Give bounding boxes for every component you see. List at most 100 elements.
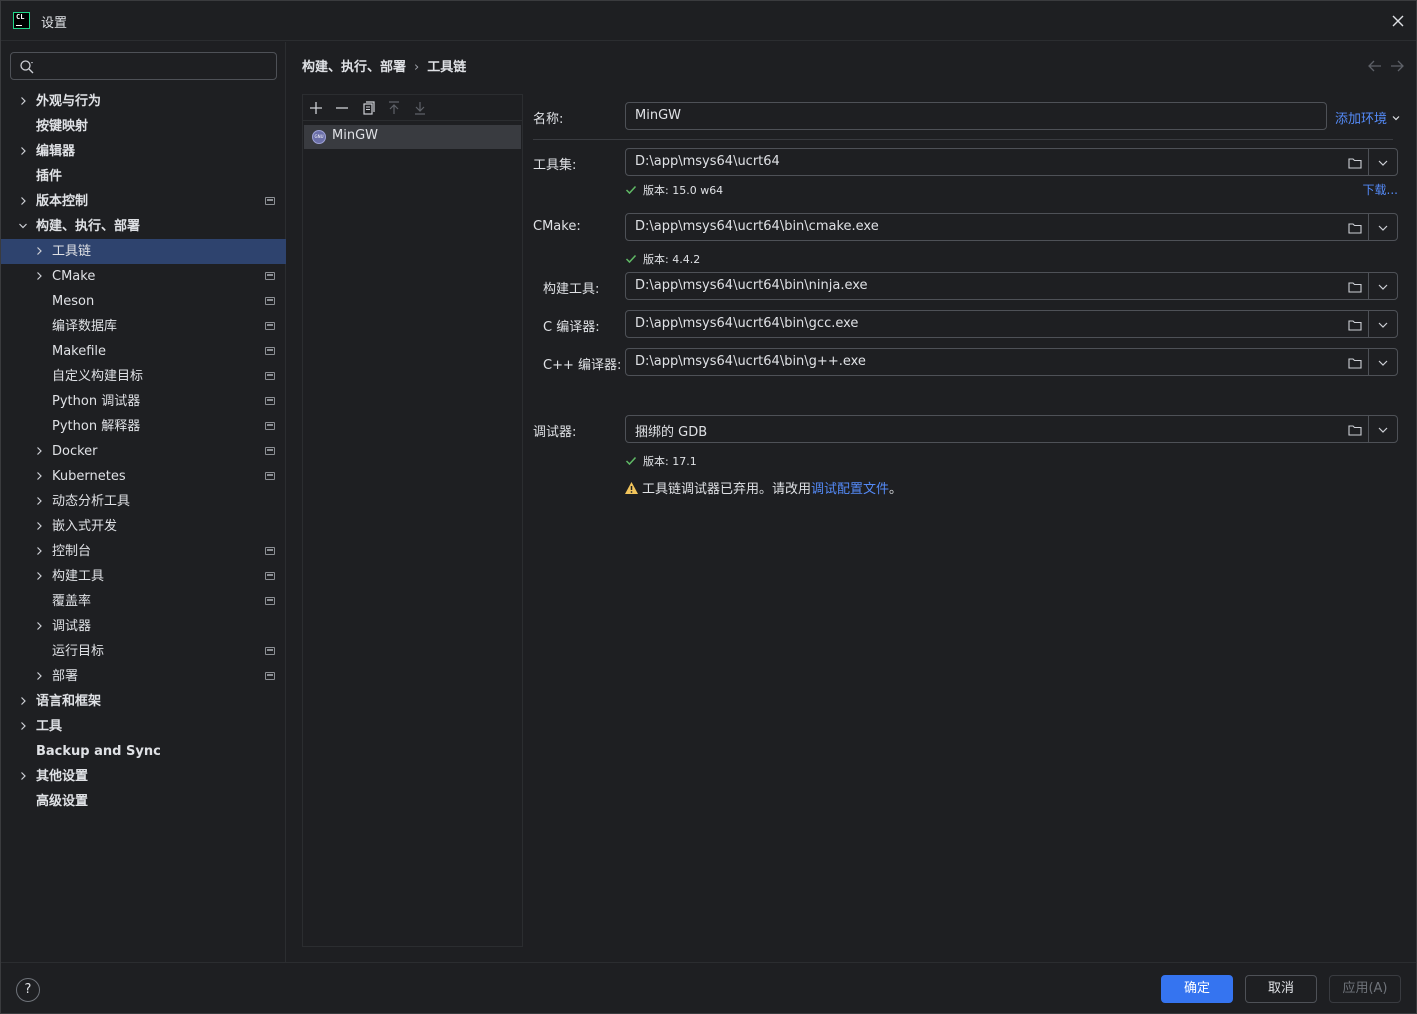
search-input[interactable] [41,57,271,75]
sidebar-tree-item[interactable]: 工具链 [1,239,286,264]
debug-profile-link[interactable]: 调试配置文件 [811,482,889,497]
settings-search[interactable] [10,52,277,80]
remove-toolchain-button[interactable] [333,99,351,117]
chevron-right-icon[interactable] [33,545,45,557]
name-label: 名称: [533,112,564,127]
project-scope-icon [265,372,275,380]
sidebar-tree-item-label: 自定义构建目标 [52,369,144,384]
c-compiler-field[interactable]: D:\app\msys64\ucrt64\bin\gcc.exe [625,310,1398,338]
chevron-right-icon[interactable] [33,245,45,257]
folder-icon[interactable] [1347,279,1363,295]
chevron-down-icon[interactable] [1375,279,1391,295]
sidebar-tree-item[interactable]: CMake [1,264,286,289]
chevron-down-icon[interactable] [1375,220,1391,236]
chevron-right-icon[interactable] [33,445,45,457]
chevron-down-icon [1392,116,1400,121]
sidebar-tree-item[interactable]: 控制台 [1,539,286,564]
sidebar-tree-item[interactable]: 按键映射 [1,114,286,139]
form-divider [533,139,1393,140]
sidebar-tree-item[interactable]: Kubernetes [1,464,286,489]
sidebar-tree-item[interactable]: 覆盖率 [1,589,286,614]
add-environment-button[interactable]: 添加环境 [1335,108,1401,127]
chevron-down-icon[interactable] [1375,422,1391,438]
chevron-down-icon[interactable] [1375,155,1391,171]
debugger-field[interactable]: 捆绑的 GDB [625,415,1398,443]
sidebar-tree-item[interactable]: 插件 [1,164,286,189]
sidebar-tree-item-label: Meson [52,294,95,309]
sidebar-tree-item-label: 构建工具 [52,569,105,584]
chevron-right-icon[interactable] [33,620,45,632]
remove-icon [336,107,348,109]
sidebar-tree-item[interactable]: 语言和框架 [1,689,286,714]
folder-icon[interactable] [1347,317,1363,333]
sidebar-tree-item[interactable]: Backup and Sync [1,739,286,764]
move-down-button[interactable] [411,99,429,117]
debugger-version: 版本: 17.1 [625,453,697,469]
folder-icon[interactable] [1347,355,1363,371]
build-tool-field[interactable]: D:\app\msys64\ucrt64\bin\ninja.exe [625,272,1398,300]
sidebar-tree-item[interactable]: Python 解释器 [1,414,286,439]
copy-toolchain-button[interactable] [359,99,377,117]
sidebar-tree-item[interactable]: 工具 [1,714,286,739]
folder-icon[interactable] [1347,422,1363,438]
chevron-right-icon[interactable] [33,270,45,282]
chevron-right-icon[interactable] [33,470,45,482]
chevron-down-icon[interactable] [1375,355,1391,371]
chevron-right-icon[interactable] [17,195,29,207]
chevron-right-icon[interactable] [33,570,45,582]
chevron-right-icon[interactable] [17,770,29,782]
sidebar-tree-item[interactable]: 动态分析工具 [1,489,286,514]
sidebar-tree-item[interactable]: 嵌入式开发 [1,514,286,539]
sidebar-tree-item[interactable]: Meson [1,289,286,314]
move-up-icon [389,101,399,114]
chevron-right-icon[interactable] [33,670,45,682]
move-up-button[interactable] [385,99,403,117]
sidebar-tree-item[interactable]: 编辑器 [1,139,286,164]
sidebar-tree-item[interactable]: 编译数据库 [1,314,286,339]
sidebar-tree-item[interactable]: Python 调试器 [1,389,286,414]
back-button[interactable] [1366,58,1384,74]
download-link[interactable]: 下载... [1363,181,1398,198]
cancel-button[interactable]: 取消 [1245,975,1317,1003]
chevron-right-icon[interactable] [33,495,45,507]
apply-button[interactable]: 应用(A) [1329,975,1401,1003]
sidebar-tree-item[interactable]: 其他设置 [1,764,286,789]
chevron-right-icon[interactable] [17,95,29,107]
breadcrumb-parent[interactable]: 构建、执行、部署 [302,60,406,75]
sidebar-tree-item[interactable]: 版本控制 [1,189,286,214]
sidebar-tree-item[interactable]: 外观与行为 [1,89,286,114]
sidebar-tree-item[interactable]: 构建工具 [1,564,286,589]
folder-icon[interactable] [1347,155,1363,171]
sidebar-tree-item[interactable]: 构建、执行、部署 [1,214,286,239]
name-field[interactable]: MinGW [625,102,1327,130]
sidebar-tree-item[interactable]: 高级设置 [1,789,286,814]
ok-button[interactable]: 确定 [1161,975,1233,1003]
cpp-compiler-field[interactable]: D:\app\msys64\ucrt64\bin\g++.exe [625,348,1398,376]
toolset-field[interactable]: D:\app\msys64\ucrt64 [625,148,1398,176]
cmake-field[interactable]: D:\app\msys64\ucrt64\bin\cmake.exe [625,213,1398,241]
sidebar-tree-item[interactable]: Makefile [1,339,286,364]
chevron-right-icon[interactable] [17,720,29,732]
add-toolchain-button[interactable] [307,99,325,117]
toolchain-item-mingw[interactable]: MinGW [304,125,521,149]
sidebar-tree-item[interactable]: 自定义构建目标 [1,364,286,389]
close-button[interactable] [1386,9,1410,33]
sidebar-tree-item[interactable]: 调试器 [1,614,286,639]
sidebar-tree-item[interactable]: 运行目标 [1,639,286,664]
sidebar-tree-item-label: 外观与行为 [36,94,102,109]
chevron-right-icon[interactable] [17,695,29,707]
sidebar-tree-item-label: 其他设置 [36,769,89,784]
sidebar-tree-item[interactable]: Docker [1,439,286,464]
chevron-down-icon[interactable] [17,220,29,232]
toolset-label: 工具集: [533,158,577,173]
dropdown-separator [1368,416,1369,442]
forward-button[interactable] [1388,58,1406,74]
debugger-value: 捆绑的 GDB [635,425,708,440]
chevron-right-icon[interactable] [17,145,29,157]
help-button[interactable]: ? [16,978,40,1002]
chevron-down-icon[interactable] [1375,317,1391,333]
folder-icon[interactable] [1347,220,1363,236]
chevron-right-icon[interactable] [33,520,45,532]
project-scope-icon [265,572,275,580]
sidebar-tree-item[interactable]: 部署 [1,664,286,689]
